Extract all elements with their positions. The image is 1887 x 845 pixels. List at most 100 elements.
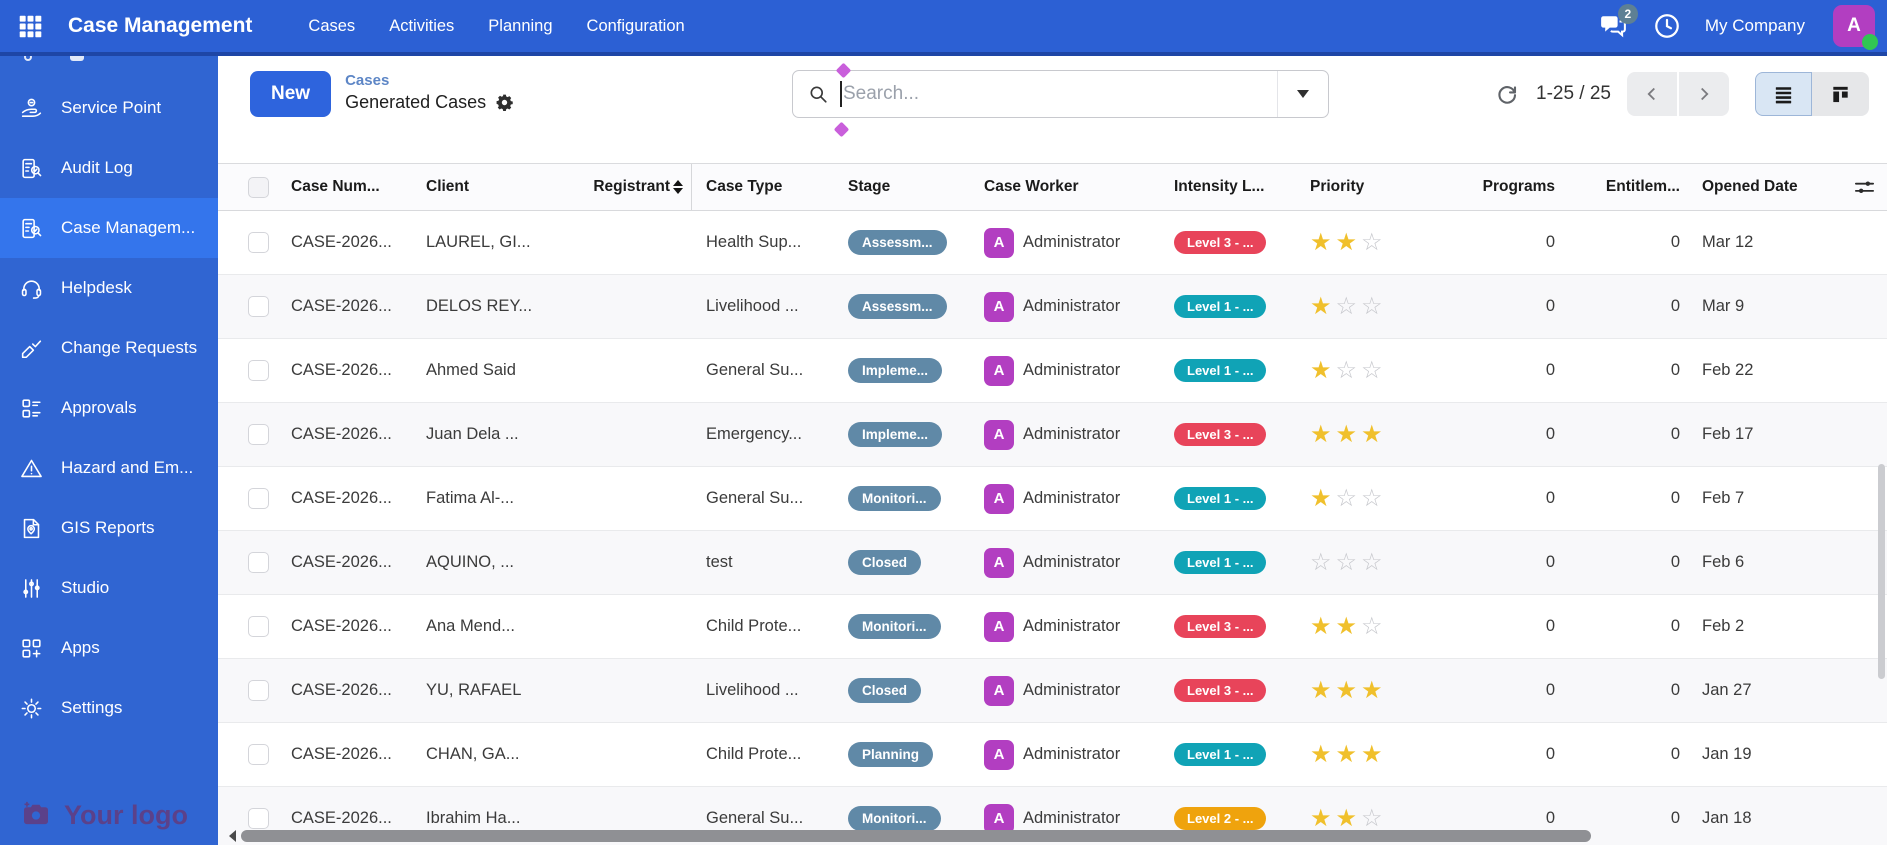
sidebar-item-hazard[interactable]: Hazard and Em... bbox=[0, 438, 218, 498]
intensity-badge: Level 1 - ... bbox=[1174, 295, 1267, 318]
new-button[interactable]: New bbox=[250, 71, 332, 117]
header-client[interactable]: Client bbox=[426, 164, 562, 210]
table-row[interactable]: CASE-2026... Ana Mend... Child Prote... Mon… bbox=[218, 595, 1887, 659]
table-row[interactable]: CASE-2026... Juan Dela ... Emergency... Imp… bbox=[218, 403, 1887, 467]
priority-star[interactable]: ★ bbox=[1361, 678, 1383, 703]
case-number-cell: CASE-2026... bbox=[291, 681, 392, 699]
priority-star[interactable]: ★ bbox=[1310, 358, 1332, 383]
priority-star[interactable]: ☆ bbox=[1361, 614, 1383, 639]
priority-star[interactable]: ★ bbox=[1310, 614, 1332, 639]
refresh-icon[interactable] bbox=[1494, 81, 1520, 107]
priority-star[interactable]: ★ bbox=[1310, 230, 1332, 255]
header-opened-date[interactable]: Opened Date bbox=[1692, 164, 1842, 210]
priority-star[interactable]: ★ bbox=[1336, 742, 1358, 767]
row-checkbox[interactable] bbox=[248, 808, 269, 829]
header-case-number[interactable]: Case Num... bbox=[284, 164, 426, 210]
optional-columns-icon[interactable] bbox=[1853, 176, 1876, 199]
header-case-type[interactable]: Case Type bbox=[692, 164, 834, 210]
scroll-left-arrow-icon[interactable] bbox=[223, 830, 236, 842]
table-row[interactable]: CASE-2026... AQUINO, ... test Closed A Admini… bbox=[218, 531, 1887, 595]
row-checkbox[interactable] bbox=[248, 744, 269, 765]
kanban-view-button[interactable] bbox=[1812, 72, 1869, 116]
priority-star[interactable]: ☆ bbox=[1361, 550, 1383, 575]
priority-star[interactable]: ★ bbox=[1310, 294, 1332, 319]
sidebar-item-audit-log[interactable]: Audit Log bbox=[0, 138, 218, 198]
table-row[interactable]: CASE-2026... LAUREL, GI... Health Sup... As… bbox=[218, 211, 1887, 275]
priority-star[interactable]: ☆ bbox=[1336, 550, 1358, 575]
user-avatar[interactable]: A bbox=[1833, 5, 1878, 50]
priority-star[interactable]: ☆ bbox=[1361, 358, 1383, 383]
priority-star[interactable]: ☆ bbox=[1336, 294, 1358, 319]
priority-star[interactable]: ★ bbox=[1310, 486, 1332, 511]
menu-item-cases[interactable]: Cases bbox=[308, 17, 355, 36]
row-checkbox[interactable] bbox=[248, 360, 269, 381]
action-gear-icon[interactable] bbox=[495, 93, 514, 112]
pager-previous-button[interactable] bbox=[1627, 72, 1677, 116]
row-checkbox[interactable] bbox=[248, 616, 269, 637]
company-switcher[interactable]: My Company bbox=[1705, 16, 1805, 36]
row-checkbox[interactable] bbox=[248, 232, 269, 253]
priority-star[interactable]: ★ bbox=[1361, 742, 1383, 767]
horizontal-scrollbar-thumb[interactable] bbox=[241, 830, 1591, 842]
camera-icon bbox=[20, 799, 52, 831]
pager-next-button[interactable] bbox=[1679, 72, 1729, 116]
priority-star[interactable]: ☆ bbox=[1310, 550, 1332, 575]
sidebar-item-case-management[interactable]: Case Managem... bbox=[0, 198, 218, 258]
header-entitlements[interactable]: Entitlem... bbox=[1567, 164, 1692, 210]
table-row[interactable]: CASE-2026... Ahmed Said General Su... Imple… bbox=[218, 339, 1887, 403]
priority-star[interactable]: ☆ bbox=[1336, 358, 1358, 383]
menu-item-configuration[interactable]: Configuration bbox=[587, 17, 685, 36]
table-row[interactable]: CASE-2026... Fatima Al-... General Su... Mo… bbox=[218, 467, 1887, 531]
row-checkbox[interactable] bbox=[248, 424, 269, 445]
priority-star[interactable]: ★ bbox=[1336, 678, 1358, 703]
priority-star[interactable]: ★ bbox=[1310, 678, 1332, 703]
list-view-button[interactable] bbox=[1755, 72, 1812, 116]
priority-star[interactable]: ★ bbox=[1336, 614, 1358, 639]
search-input[interactable] bbox=[843, 83, 1276, 105]
sidebar-item-gis-reports[interactable]: GIS Reports bbox=[0, 498, 218, 558]
sidebar-item-helpdesk[interactable]: Helpdesk bbox=[0, 258, 218, 318]
search-dropdown-toggle[interactable] bbox=[1277, 71, 1328, 117]
priority-star[interactable]: ☆ bbox=[1336, 486, 1358, 511]
breadcrumb-parent[interactable]: Cases bbox=[345, 72, 514, 91]
select-all-checkbox[interactable] bbox=[248, 176, 269, 198]
priority-star[interactable]: ★ bbox=[1310, 806, 1332, 831]
app-title[interactable]: Case Management bbox=[68, 14, 252, 38]
table-row[interactable]: CASE-2026... CHAN, GA... Child Prote... Pla… bbox=[218, 723, 1887, 787]
sidebar-item-studio[interactable]: Studio bbox=[0, 558, 218, 618]
sidebar-item-change-requests[interactable]: Change Requests bbox=[0, 318, 218, 378]
activity-clock-icon[interactable] bbox=[1653, 12, 1681, 40]
priority-star[interactable]: ★ bbox=[1310, 422, 1332, 447]
header-intensity-level[interactable]: Intensity L... bbox=[1166, 164, 1302, 210]
sidebar-item-service-point[interactable]: Service Point bbox=[0, 78, 218, 138]
row-checkbox[interactable] bbox=[248, 680, 269, 701]
sidebar-item-approvals[interactable]: Approvals bbox=[0, 378, 218, 438]
priority-star[interactable]: ★ bbox=[1361, 422, 1383, 447]
priority-star[interactable]: ★ bbox=[1336, 422, 1358, 447]
priority-star[interactable]: ☆ bbox=[1361, 230, 1383, 255]
menu-item-planning[interactable]: Planning bbox=[488, 17, 552, 36]
table-row[interactable]: CASE-2026... DELOS REY... Livelihood ... As… bbox=[218, 275, 1887, 339]
sidebar-item-apps[interactable]: Apps bbox=[0, 618, 218, 678]
vertical-scrollbar-thumb[interactable] bbox=[1878, 464, 1885, 679]
row-checkbox[interactable] bbox=[248, 296, 269, 317]
row-checkbox[interactable] bbox=[248, 488, 269, 509]
header-case-worker[interactable]: Case Worker bbox=[974, 164, 1166, 210]
header-priority[interactable]: Priority bbox=[1302, 164, 1462, 210]
header-programs[interactable]: Programs bbox=[1462, 164, 1567, 210]
messages-icon[interactable]: 2 bbox=[1597, 4, 1638, 41]
priority-star[interactable]: ☆ bbox=[1361, 486, 1383, 511]
table-row[interactable]: CASE-2026... YU, RAFAEL Livelihood ... Clos… bbox=[218, 659, 1887, 723]
sidebar-item-settings[interactable]: Settings bbox=[0, 678, 218, 738]
priority-star[interactable]: ★ bbox=[1336, 806, 1358, 831]
header-stage[interactable]: Stage bbox=[834, 164, 974, 210]
apps-grid-icon[interactable] bbox=[16, 12, 44, 40]
priority-star[interactable]: ★ bbox=[1336, 230, 1358, 255]
priority-star[interactable]: ★ bbox=[1310, 742, 1332, 767]
row-checkbox[interactable] bbox=[248, 552, 269, 573]
client-cell: DELOS REY... bbox=[426, 297, 533, 315]
priority-star[interactable]: ☆ bbox=[1361, 806, 1383, 831]
header-registrant[interactable]: Registrant bbox=[562, 164, 692, 210]
menu-item-activities[interactable]: Activities bbox=[389, 17, 454, 36]
priority-star[interactable]: ☆ bbox=[1361, 294, 1383, 319]
